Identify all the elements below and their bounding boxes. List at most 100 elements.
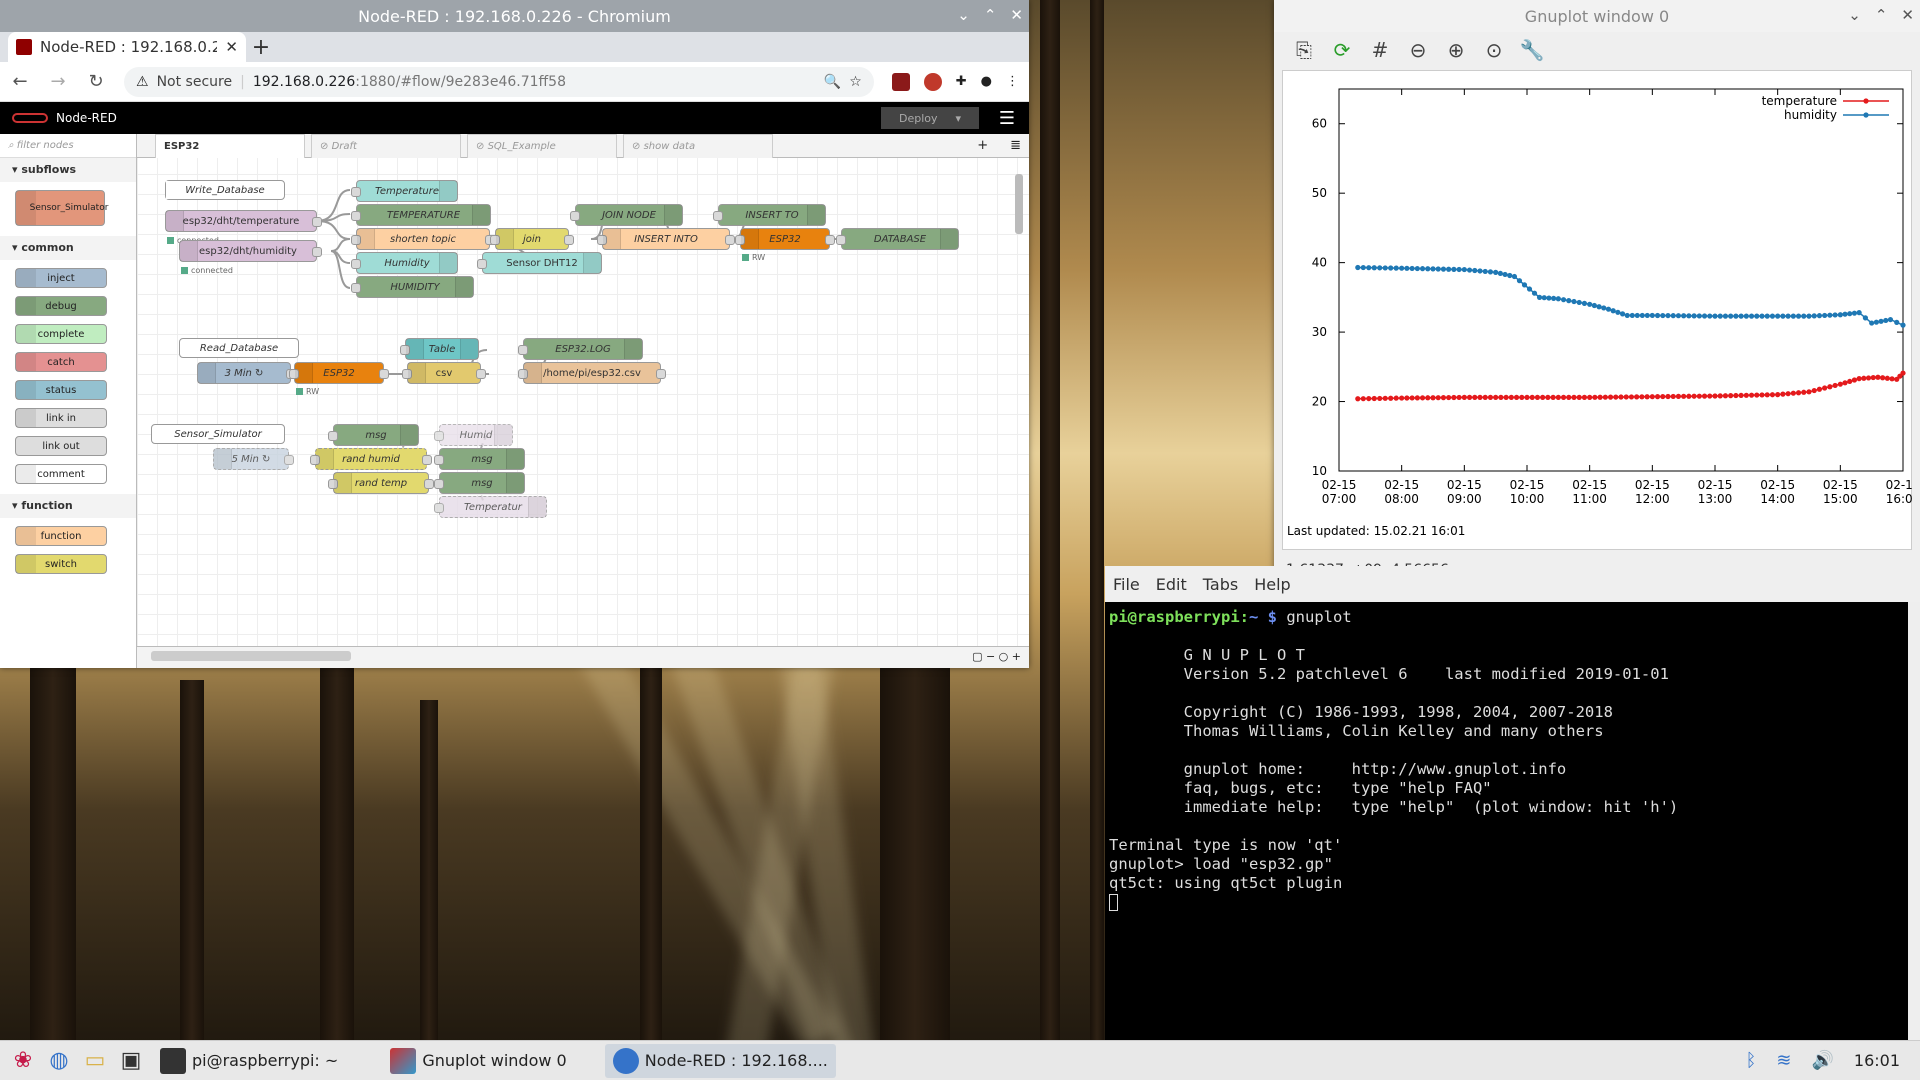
palette-node-status[interactable]: status: [15, 380, 107, 400]
flow-canvas[interactable]: Write_Database Temperature esp32/dht/tem…: [137, 158, 1029, 646]
palette-node-complete[interactable]: complete: [15, 324, 107, 344]
node-humidity-gauge[interactable]: Humidity: [351, 252, 458, 274]
palette-node-link-in[interactable]: link in: [15, 408, 107, 428]
gnuplot-plot[interactable]: 10 20 30 40 50 60 02-15 07:00 02-15 08:00 02-15 09:…: [1282, 70, 1920, 550]
node-inject-5min[interactable]: 5 Min ↻: [213, 448, 294, 470]
zoom-forward-icon[interactable]: ⊕: [1444, 38, 1468, 62]
export-icon[interactable]: ⎘: [1292, 38, 1316, 62]
node-mqtt-temperature[interactable]: esp32/dht/temperature: [165, 210, 322, 232]
node-msg-debug-3[interactable]: msg: [434, 472, 525, 494]
node-humid-disabled[interactable]: Humid: [434, 424, 513, 446]
palette-node-debug[interactable]: debug: [15, 296, 107, 316]
task-gnuplot[interactable]: Gnuplot window 0: [382, 1044, 574, 1078]
close-tab-icon[interactable]: ✕: [225, 38, 238, 56]
grid-icon[interactable]: #: [1368, 38, 1392, 62]
replot-icon[interactable]: ⟳: [1330, 38, 1354, 62]
node-table-template[interactable]: Table: [400, 338, 479, 360]
zoom-controls[interactable]: ▢ − ○ +: [972, 650, 1021, 663]
kebab-menu-icon[interactable]: ⋮: [1006, 74, 1019, 89]
hamburger-menu-icon[interactable]: ☰: [997, 108, 1017, 129]
node-sensor-dht12-chart[interactable]: Sensor DHT12: [477, 252, 602, 274]
node-file-write[interactable]: /home/pi/esp32.csv: [518, 362, 666, 384]
task-chromium[interactable]: Node-RED : 192.168....: [604, 1043, 836, 1078]
back-icon[interactable]: ←: [10, 71, 30, 92]
extension-icon[interactable]: [891, 72, 910, 91]
wifi-icon[interactable]: ≋: [1776, 1050, 1791, 1071]
new-tab-button[interactable]: +: [246, 32, 276, 62]
node-join[interactable]: join: [490, 228, 574, 250]
forward-icon[interactable]: →: [48, 71, 68, 92]
node-msg-debug-2[interactable]: msg: [434, 448, 525, 470]
node-join-debug[interactable]: JOIN NODE: [570, 204, 683, 226]
tab-sql-example[interactable]: ⊘ SQL_Example: [467, 134, 617, 158]
task-terminal[interactable]: pi@raspberrypi: ~: [152, 1044, 346, 1078]
browser-launcher-icon[interactable]: ◍: [44, 1046, 74, 1076]
minimize-icon[interactable]: ⌄: [1848, 6, 1861, 24]
close-icon[interactable]: ✕: [1010, 6, 1023, 24]
node-rand-temp[interactable]: rand temp: [328, 472, 434, 494]
close-icon[interactable]: ✕: [1901, 6, 1914, 24]
node-esp32-log-debug[interactable]: ESP32.LOG: [518, 338, 643, 360]
palette-node-function[interactable]: function: [15, 526, 107, 546]
address-bar[interactable]: ⚠ Not secure | 192.168.0.226:1880/#flow/…: [124, 66, 874, 97]
add-tab-button[interactable]: +: [969, 134, 996, 157]
palette-node-switch[interactable]: switch: [15, 554, 107, 574]
deploy-button[interactable]: Deploy ▾: [881, 107, 979, 129]
maximize-icon[interactable]: ⌃: [1875, 6, 1888, 24]
tab-show-data[interactable]: ⊘ show data: [623, 134, 773, 158]
node-temperatur-disabled[interactable]: Temperatur: [434, 496, 547, 518]
canvas-vertical-scrollbar[interactable]: [1015, 174, 1023, 234]
clock[interactable]: 16:01: [1854, 1051, 1900, 1070]
node-database-debug[interactable]: DATABASE: [836, 228, 959, 250]
palette-node-link-out[interactable]: link out: [15, 436, 107, 456]
palette-node-inject[interactable]: inject: [15, 268, 107, 288]
browser-tab[interactable]: Node-RED : 192.168.0.226 ✕: [8, 32, 246, 62]
palette-category-function[interactable]: ▾ function: [0, 494, 136, 518]
tab-esp32[interactable]: ESP32: [155, 134, 305, 158]
filter-nodes-input[interactable]: ⌕ filter nodes: [0, 134, 136, 158]
tab-draft[interactable]: ⊘ Draft: [311, 134, 461, 158]
file-manager-icon[interactable]: ▭: [80, 1046, 110, 1076]
comment-sensor-simulator[interactable]: Sensor_Simulator: [151, 424, 285, 444]
node-temperature-chart[interactable]: TEMPERATURE: [351, 204, 491, 226]
flow-workspace[interactable]: ESP32 ⊘ Draft ⊘ SQL_Example ⊘ show data …: [137, 134, 1029, 668]
tab-list-icon[interactable]: ≣: [1002, 134, 1029, 157]
menu-file[interactable]: File: [1113, 575, 1140, 594]
maximize-icon[interactable]: ⌃: [984, 6, 997, 24]
node-inject-3min[interactable]: 3 Min ↻: [197, 362, 296, 384]
menu-edit[interactable]: Edit: [1156, 575, 1187, 594]
bookmark-star-icon[interactable]: ☆: [849, 74, 862, 90]
node-humidity-chart[interactable]: HUMIDITY: [351, 276, 474, 298]
node-shorten-topic[interactable]: shorten topic: [351, 228, 495, 250]
menu-tabs[interactable]: Tabs: [1203, 575, 1238, 594]
settings-wrench-icon[interactable]: 🔧: [1520, 38, 1545, 62]
palette-category-common[interactable]: ▾ common: [0, 236, 136, 260]
comment-read-database[interactable]: Read_Database: [179, 338, 299, 358]
node-csv[interactable]: csv: [402, 362, 486, 384]
ublock-icon[interactable]: [923, 72, 942, 91]
minimize-icon[interactable]: ⌄: [957, 6, 970, 24]
palette-subflow-node[interactable]: Sensor_Simulator: [15, 190, 108, 226]
node-insert-to-debug[interactable]: INSERT TO: [713, 204, 826, 226]
comment-write-database[interactable]: Write_Database: [165, 180, 285, 200]
canvas-horizontal-scrollbar[interactable]: [151, 651, 351, 661]
node-rand-humid[interactable]: rand humid: [310, 448, 432, 470]
chromium-titlebar[interactable]: Node-RED : 192.168.0.226 - Chromium ⌄ ⌃ ✕: [0, 0, 1029, 32]
node-insert-into[interactable]: INSERT INTO: [597, 228, 735, 250]
palette-category-subflows[interactable]: ▾ subflows: [0, 158, 136, 182]
node-msg-debug-1[interactable]: msg: [328, 424, 419, 446]
node-temperature-gauge[interactable]: Temperature: [351, 180, 458, 202]
node-esp32-read[interactable]: ESP32: [289, 362, 389, 384]
raspberry-menu-icon[interactable]: ❀: [8, 1046, 38, 1076]
volume-icon[interactable]: 🔊: [1811, 1050, 1833, 1071]
unzoom-icon[interactable]: ⊙: [1482, 38, 1506, 62]
palette-node-comment[interactable]: comment: [15, 464, 107, 484]
profile-icon[interactable]: ●: [981, 74, 992, 89]
reload-icon[interactable]: ↻: [86, 71, 106, 92]
terminal-output[interactable]: pi@raspberrypi:~ $ gnuplot G N U P L O T…: [1105, 602, 1920, 918]
terminal-launcher-icon[interactable]: ▣: [116, 1046, 146, 1076]
zoom-back-icon[interactable]: ⊖: [1406, 38, 1430, 62]
node-mqtt-humidity[interactable]: esp32/dht/humidity: [179, 240, 322, 262]
puzzle-icon[interactable]: ✚: [956, 74, 967, 89]
bluetooth-icon[interactable]: ᛒ: [1746, 1050, 1757, 1071]
